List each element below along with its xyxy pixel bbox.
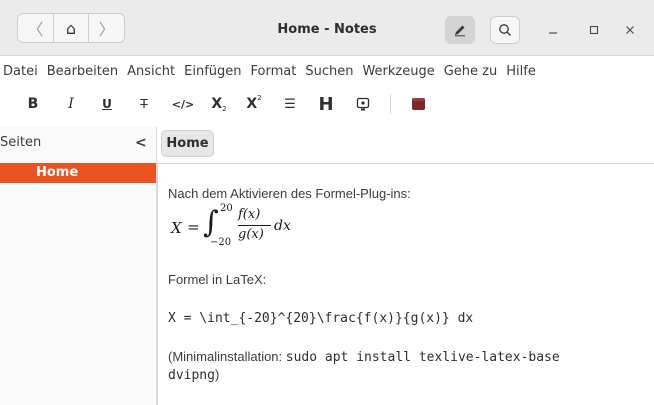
collapse-sidebar-button[interactable]: < <box>135 135 147 151</box>
menu-tools[interactable]: Werkzeuge <box>362 64 434 79</box>
pathbar-home-button[interactable]: Home <box>161 130 214 157</box>
formula-equals: = <box>187 218 200 236</box>
formula-image: X = ∫ 20 −20 f(x) g(x) dx <box>168 203 368 249</box>
menu-insert[interactable]: Einfügen <box>184 64 241 79</box>
menu-format[interactable]: Format <box>251 64 297 79</box>
integral-upper-limit: 20 <box>220 203 233 214</box>
notebook-icon <box>411 98 425 110</box>
header-bar: 〈 ⌂ 〉 Home - Notes <box>0 0 654 56</box>
minimize-icon <box>549 32 557 34</box>
superscript-button[interactable]: X2 <box>245 94 263 114</box>
menu-file[interactable]: Datei <box>3 64 38 79</box>
text-line: dvipng) <box>168 367 219 383</box>
italic-button[interactable]: I <box>64 94 78 114</box>
maximize-button[interactable] <box>584 20 604 40</box>
insert-image-button[interactable] <box>355 94 371 114</box>
fraction-denominator: g(x) <box>238 227 264 242</box>
install-command-continued: dvipng <box>168 368 215 383</box>
edit-toggle-button[interactable] <box>445 16 475 44</box>
pencil-icon <box>455 25 465 37</box>
search-button[interactable] <box>490 16 520 44</box>
text-line: Nach dem Aktivieren des Formel-Plug-ins: <box>168 186 411 201</box>
formula-differential: dx <box>274 218 291 234</box>
toolbar-separator <box>390 94 391 114</box>
formula-lhs: X <box>171 219 182 237</box>
menu-go[interactable]: Gehe zu <box>444 64 498 79</box>
close-icon <box>626 26 634 34</box>
subscript-icon: X <box>211 96 223 112</box>
image-icon <box>356 97 370 111</box>
minimize-button[interactable] <box>543 20 563 40</box>
menu-edit[interactable]: Bearbeiten <box>47 64 118 79</box>
close-button[interactable] <box>620 20 640 40</box>
pages-sidebar: Seiten < Home <box>0 127 157 405</box>
fraction-numerator: f(x) <box>238 207 261 222</box>
integral-lower-limit: −20 <box>210 237 232 248</box>
note-prefix: (Minimalinstallation: <box>168 349 286 364</box>
strikethrough-button[interactable]: T <box>137 94 151 114</box>
sidebar-title: Seiten <box>0 135 42 150</box>
page-item-home[interactable]: Home <box>0 163 156 183</box>
subscript-button[interactable]: X2 <box>210 94 228 114</box>
text-line: Formel in LaTeX: <box>168 272 267 287</box>
notebook-button[interactable] <box>410 94 426 114</box>
menu-help[interactable]: Hilfe <box>506 64 536 79</box>
note-suffix: ) <box>214 367 220 382</box>
underline-button[interactable]: U <box>100 94 114 114</box>
search-icon <box>499 24 511 36</box>
format-toolbar: B I U T </> X2 X2 ☰ H <box>0 86 654 122</box>
menu-view[interactable]: Ansicht <box>127 64 175 79</box>
latex-code: X = \int_{-20}^{20}\frac{f(x)}{g(x)} dx <box>168 311 474 326</box>
bullet-list-button[interactable]: ☰ <box>283 94 297 114</box>
menu-search[interactable]: Suchen <box>305 64 353 79</box>
menubar: Datei Bearbeiten Ansicht Einfügen Format… <box>0 57 654 85</box>
heading-button[interactable]: H <box>318 94 334 115</box>
text-line: (Minimalinstallation: sudo apt install t… <box>168 349 560 365</box>
superscript-icon: X <box>246 96 258 112</box>
bold-button[interactable]: B <box>26 94 40 114</box>
install-command: sudo apt install texlive-latex-base <box>285 350 560 365</box>
code-button[interactable]: </> <box>172 94 194 114</box>
fraction-bar <box>238 225 271 226</box>
maximize-icon <box>589 25 599 35</box>
sidebar-header: Seiten < <box>0 135 157 155</box>
